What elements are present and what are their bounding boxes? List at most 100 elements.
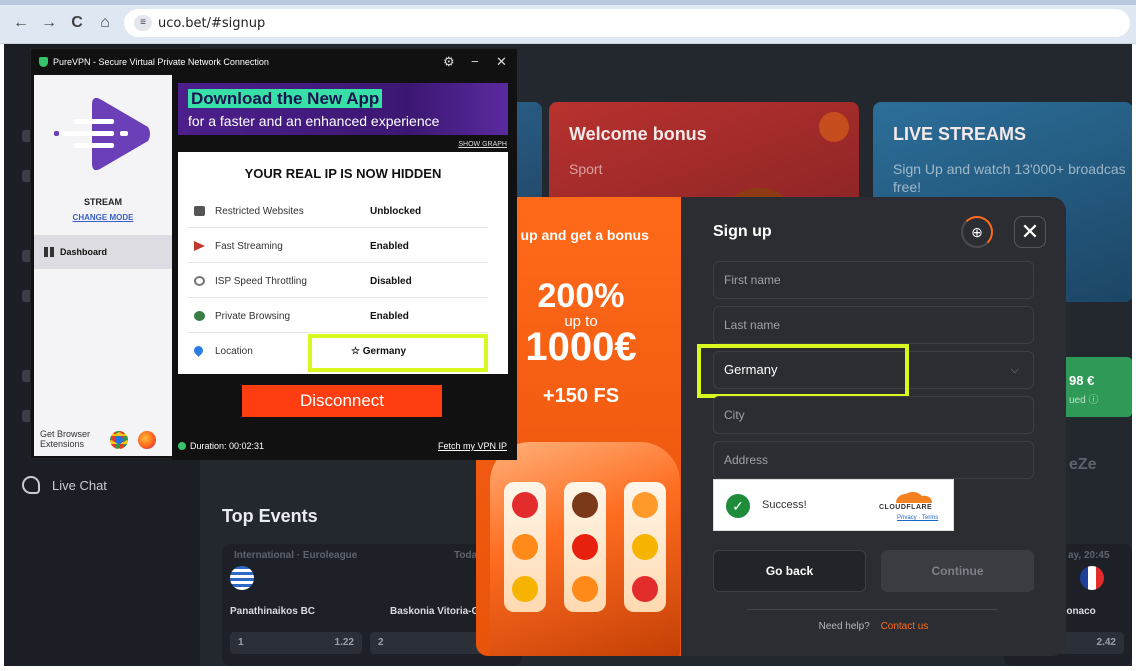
status-row: Private Browsing Enabled	[188, 299, 488, 333]
cloudflare-links[interactable]: Privacy · Terms	[897, 515, 938, 521]
live-chat-link[interactable]: Live Chat	[22, 476, 107, 494]
cloudflare-logo-icon	[896, 491, 932, 503]
status-value: Enabled	[370, 311, 409, 322]
provider-logo: eZe	[1069, 456, 1097, 473]
ball-icon	[819, 112, 849, 142]
close-icon[interactable]: ✕	[496, 54, 507, 70]
odd-label: 1	[238, 637, 244, 648]
continue-button[interactable]: Continue	[881, 550, 1034, 592]
change-mode-link[interactable]: CHANGE MODE	[34, 213, 172, 222]
contact-us-link[interactable]: Contact us	[881, 621, 929, 632]
dashboard-icon	[44, 247, 55, 257]
back-icon[interactable]: ←	[10, 12, 32, 34]
divider	[747, 609, 998, 610]
location-pin-icon	[192, 344, 205, 357]
connected-dot-icon	[178, 442, 186, 450]
status-label: ISP Speed Throttling	[215, 276, 307, 287]
odd-value: 2.42	[1096, 637, 1116, 648]
show-graph-link[interactable]: SHOW GRAPH	[458, 141, 507, 148]
captcha-status: Success!	[762, 499, 807, 511]
team-away: Baskonia Vitoria-G	[390, 606, 480, 617]
status-row: Fast Streaming Enabled	[188, 229, 488, 263]
greece-flag-icon	[230, 566, 254, 590]
orange-icon	[512, 534, 538, 560]
banner-headline: Download the New App	[188, 89, 383, 108]
bar-icon	[572, 492, 598, 518]
help-line: Need help? Contact us	[681, 621, 1066, 632]
speedometer-icon	[194, 276, 205, 286]
strip-amount: 98 €	[1069, 373, 1095, 388]
dashboard-label: Dashboard	[60, 247, 108, 257]
gift-icon[interactable]: ⊕	[961, 216, 993, 248]
last-name-field[interactable]: Last name	[713, 306, 1034, 344]
odd-label: 2	[378, 637, 384, 648]
globe-icon	[194, 311, 205, 321]
purevpn-window: PureVPN - Secure Virtual Private Network…	[30, 48, 517, 460]
status-label: Private Browsing	[215, 311, 291, 322]
check-icon: ✓	[726, 494, 750, 518]
need-help-text: Need help?	[818, 621, 870, 632]
highlight-box	[308, 334, 488, 372]
slot-reel	[504, 482, 546, 612]
forward-icon[interactable]: →	[38, 12, 60, 34]
status-value: Unblocked	[370, 206, 422, 217]
seven-icon	[572, 534, 598, 560]
slot-machine-illustration	[490, 442, 680, 656]
event-date: ay, 20:45	[1068, 550, 1110, 561]
dashboard-nav-item[interactable]: Dashboard	[34, 235, 172, 269]
status-label: Restricted Websites	[215, 206, 304, 217]
status-value: Disabled	[370, 276, 412, 287]
download-app-banner[interactable]: Download the New App for a faster and an…	[178, 83, 508, 135]
fetch-vpn-ip-link[interactable]: Fetch my VPN IP	[438, 441, 507, 451]
cloudflare-label: CLOUDFLARE	[879, 504, 933, 511]
odd-value: 1.22	[334, 637, 354, 648]
play-icon	[194, 241, 205, 251]
ip-hidden-heading: YOUR REAL IP IS NOW HIDDEN	[244, 166, 442, 181]
status-row: Restricted Websites Unblocked	[188, 194, 488, 228]
minimize-icon[interactable]: −	[471, 54, 479, 69]
city-field[interactable]: City	[713, 396, 1034, 434]
vpn-main-panel: Download the New App for a faster and an…	[172, 75, 517, 460]
chat-icon	[22, 476, 40, 494]
vpn-titlebar: PureVPN - Secure Virtual Private Network…	[31, 49, 517, 75]
go-back-button[interactable]: Go back	[713, 550, 866, 592]
browser-toolbar: ← → C ⌂ ≡ uco.bet/#signup	[0, 0, 1136, 44]
live-streams-text: Sign Up and watch 13'000+ broadcas free!	[893, 161, 1126, 195]
chrome-icon[interactable]	[110, 431, 128, 449]
home-icon[interactable]: ⌂	[94, 12, 116, 34]
captcha-widget[interactable]: ✓ Success! CLOUDFLARE Privacy · Terms	[713, 479, 954, 531]
close-button[interactable]: ✕	[1014, 216, 1046, 248]
vpn-sidebar: STREAM CHANGE MODE Dashboard Get Browser…	[34, 75, 172, 456]
slot-reel	[564, 482, 606, 612]
slot-reel	[624, 482, 666, 612]
vpn-window-title: PureVPN - Secure Virtual Private Network…	[53, 57, 269, 67]
first-name-field[interactable]: First name	[713, 261, 1034, 299]
site-info-icon[interactable]: ≡	[134, 15, 152, 31]
lemon-icon	[512, 576, 538, 602]
live-chat-label: Live Chat	[52, 477, 107, 493]
status-label: Fast Streaming	[215, 241, 283, 252]
stream-mode-logo-icon	[54, 97, 150, 171]
get-extensions-label: Get Browser Extensions	[40, 429, 91, 449]
signup-title: Sign up	[713, 223, 772, 240]
event-league: International · Euroleague	[234, 550, 358, 561]
orange-icon	[572, 576, 598, 602]
odd-button[interactable]: 2	[370, 632, 490, 654]
signup-modal: Sign up ⊕ ✕ First name Last name Germany…	[681, 197, 1066, 656]
shield-icon	[39, 57, 48, 67]
banner-subline: for a faster and an enhanced experience	[188, 113, 440, 129]
address-bar[interactable]: ≡ uco.bet/#signup	[124, 9, 1130, 37]
address-field[interactable]: Address	[713, 441, 1034, 479]
disconnect-button[interactable]: Disconnect	[242, 385, 442, 417]
odd-button[interactable]: 1 1.22	[230, 632, 362, 654]
mode-label: STREAM	[84, 197, 122, 207]
firefox-icon[interactable]	[138, 431, 156, 449]
monitor-icon	[194, 206, 205, 216]
ip-status-box: YOUR REAL IP IS NOW HIDDEN Restricted We…	[178, 152, 508, 374]
url-text[interactable]: uco.bet/#signup	[158, 16, 265, 31]
status-label: Location	[215, 346, 253, 357]
settings-icon[interactable]: ⚙	[443, 54, 455, 70]
strip-note: ued ⓘ	[1069, 395, 1099, 406]
reload-icon[interactable]: C	[66, 12, 88, 34]
welcome-bonus-subtitle: Sport	[569, 161, 603, 177]
